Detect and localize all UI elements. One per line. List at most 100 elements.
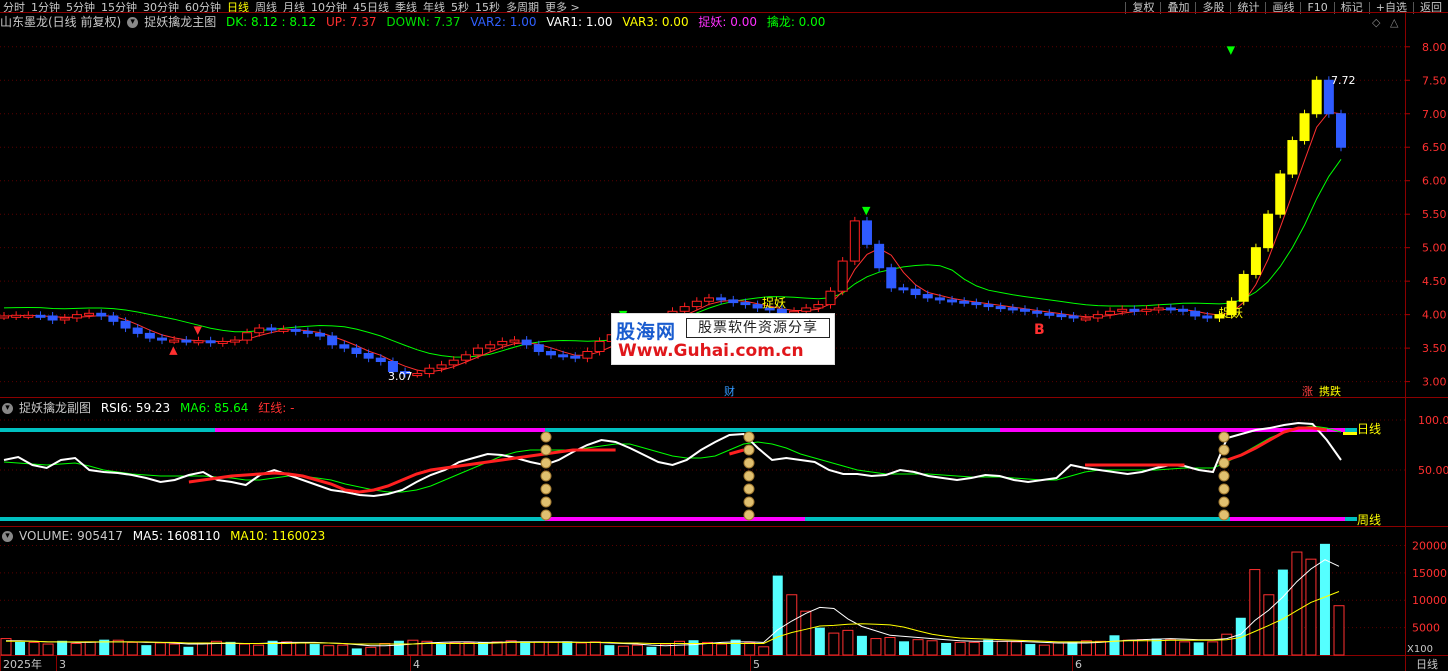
volume-bar bbox=[168, 643, 180, 656]
candle-body bbox=[47, 315, 58, 321]
candle-body bbox=[752, 304, 763, 309]
candle-body bbox=[327, 335, 338, 346]
candle-body bbox=[315, 332, 326, 337]
money-bag-icon bbox=[743, 496, 755, 508]
candle-body bbox=[582, 350, 593, 359]
x-tick-label: 3 bbox=[59, 658, 66, 671]
money-bag-icon bbox=[743, 509, 755, 521]
money-bag-icon bbox=[540, 444, 552, 456]
annot-zhuoyao-jun: 捉妖 bbox=[1219, 305, 1243, 320]
annot-zhuoyao-may: 捉妖 bbox=[762, 295, 786, 310]
volume-bar bbox=[744, 642, 756, 656]
candle-body bbox=[1056, 314, 1067, 318]
candle-body bbox=[96, 312, 107, 317]
sub-grid: 100.00 50.00 bbox=[0, 414, 1448, 477]
volume-bar bbox=[800, 610, 812, 656]
volume-bar bbox=[435, 644, 446, 655]
volume-bar bbox=[562, 641, 573, 655]
volume-bar bbox=[84, 641, 96, 656]
y-tick-label: 6.50 bbox=[1422, 141, 1447, 154]
candle-body bbox=[521, 339, 532, 346]
candle-body bbox=[339, 344, 350, 349]
candle-body bbox=[217, 340, 228, 344]
candle-body bbox=[1080, 317, 1091, 321]
candle-body bbox=[1165, 307, 1176, 311]
candle-body bbox=[1238, 273, 1249, 302]
candle-body bbox=[1250, 247, 1261, 275]
annot-low-price: 3.07 bbox=[388, 370, 413, 383]
candle-body bbox=[436, 364, 447, 369]
candle-body bbox=[1202, 315, 1213, 319]
volume-bar bbox=[786, 594, 798, 656]
y-tick-label: 4.00 bbox=[1422, 309, 1447, 322]
candle-body bbox=[229, 339, 240, 343]
candle-body bbox=[691, 300, 702, 308]
candle-body bbox=[995, 306, 1006, 310]
candle-body bbox=[849, 220, 860, 262]
x-tick-label: 2025年 bbox=[3, 657, 42, 671]
money-bag-icon bbox=[540, 483, 552, 495]
candle-body bbox=[460, 354, 471, 361]
volume-bar bbox=[856, 635, 867, 655]
candle-body bbox=[1287, 140, 1298, 175]
volume-bar bbox=[449, 642, 461, 656]
candle-body bbox=[1019, 308, 1030, 312]
y-tick-label: 50.00 bbox=[1418, 464, 1448, 477]
volume-bar bbox=[1067, 641, 1078, 655]
money-bag-icon bbox=[743, 444, 755, 456]
candle-body bbox=[1044, 312, 1055, 316]
y-tick-label: 10000 bbox=[1412, 594, 1447, 607]
volume-bar bbox=[842, 629, 854, 656]
money-bag-icon bbox=[1218, 470, 1230, 482]
candle-body bbox=[1117, 308, 1128, 312]
candle-body bbox=[181, 339, 192, 343]
money-bag-icon bbox=[1218, 457, 1230, 469]
vol-ma10-line bbox=[6, 591, 1340, 645]
volume-chart-marks bbox=[0, 543, 1345, 656]
candle-body bbox=[1275, 173, 1286, 215]
volume-bar bbox=[1123, 639, 1135, 656]
volume-bar bbox=[968, 641, 980, 656]
volume-bar bbox=[57, 640, 68, 655]
candle-body bbox=[886, 267, 897, 289]
signal-marker: ▲ bbox=[169, 343, 178, 356]
candle-body bbox=[703, 297, 714, 302]
volume-bar bbox=[828, 632, 840, 656]
candle-body bbox=[959, 300, 970, 304]
volume-bar bbox=[478, 642, 489, 655]
candle-body bbox=[1336, 113, 1346, 148]
y-tick-label: 7.00 bbox=[1422, 108, 1447, 121]
volume-bar bbox=[575, 642, 587, 656]
candle-body bbox=[934, 297, 945, 301]
volume-bar bbox=[926, 640, 938, 656]
candle-body bbox=[169, 339, 180, 343]
candle-body bbox=[254, 327, 265, 334]
candle-body bbox=[813, 304, 824, 309]
volume-bar bbox=[491, 641, 503, 656]
candle-body bbox=[1032, 310, 1043, 314]
y-tick-label: 5.00 bbox=[1422, 242, 1447, 255]
volume-bar bbox=[351, 648, 362, 655]
signal-marker: ▼ bbox=[862, 204, 871, 217]
candle-body bbox=[302, 330, 313, 334]
y-tick-label: 15000 bbox=[1412, 567, 1447, 580]
money-bag-icon bbox=[743, 457, 755, 469]
candle-body bbox=[144, 332, 155, 339]
volume-bar bbox=[112, 639, 124, 656]
volume-bar bbox=[899, 641, 910, 655]
volume-bar bbox=[1333, 605, 1345, 656]
volume-bar bbox=[983, 639, 994, 655]
candle-body bbox=[594, 340, 605, 352]
weekly-band-hot bbox=[545, 517, 805, 521]
volume-bar bbox=[1207, 641, 1219, 656]
watermark-slogan: 股票软件资源分享 bbox=[686, 318, 830, 338]
volume-bar bbox=[1038, 644, 1050, 656]
money-bag-icon bbox=[1218, 444, 1230, 456]
money-bag-icon bbox=[540, 470, 552, 482]
candle-body bbox=[874, 243, 885, 269]
volume-bar bbox=[533, 641, 545, 656]
money-bag-icon bbox=[540, 457, 552, 469]
volume-bar bbox=[196, 642, 208, 656]
candle-body bbox=[473, 347, 484, 356]
candle-body bbox=[363, 352, 374, 359]
